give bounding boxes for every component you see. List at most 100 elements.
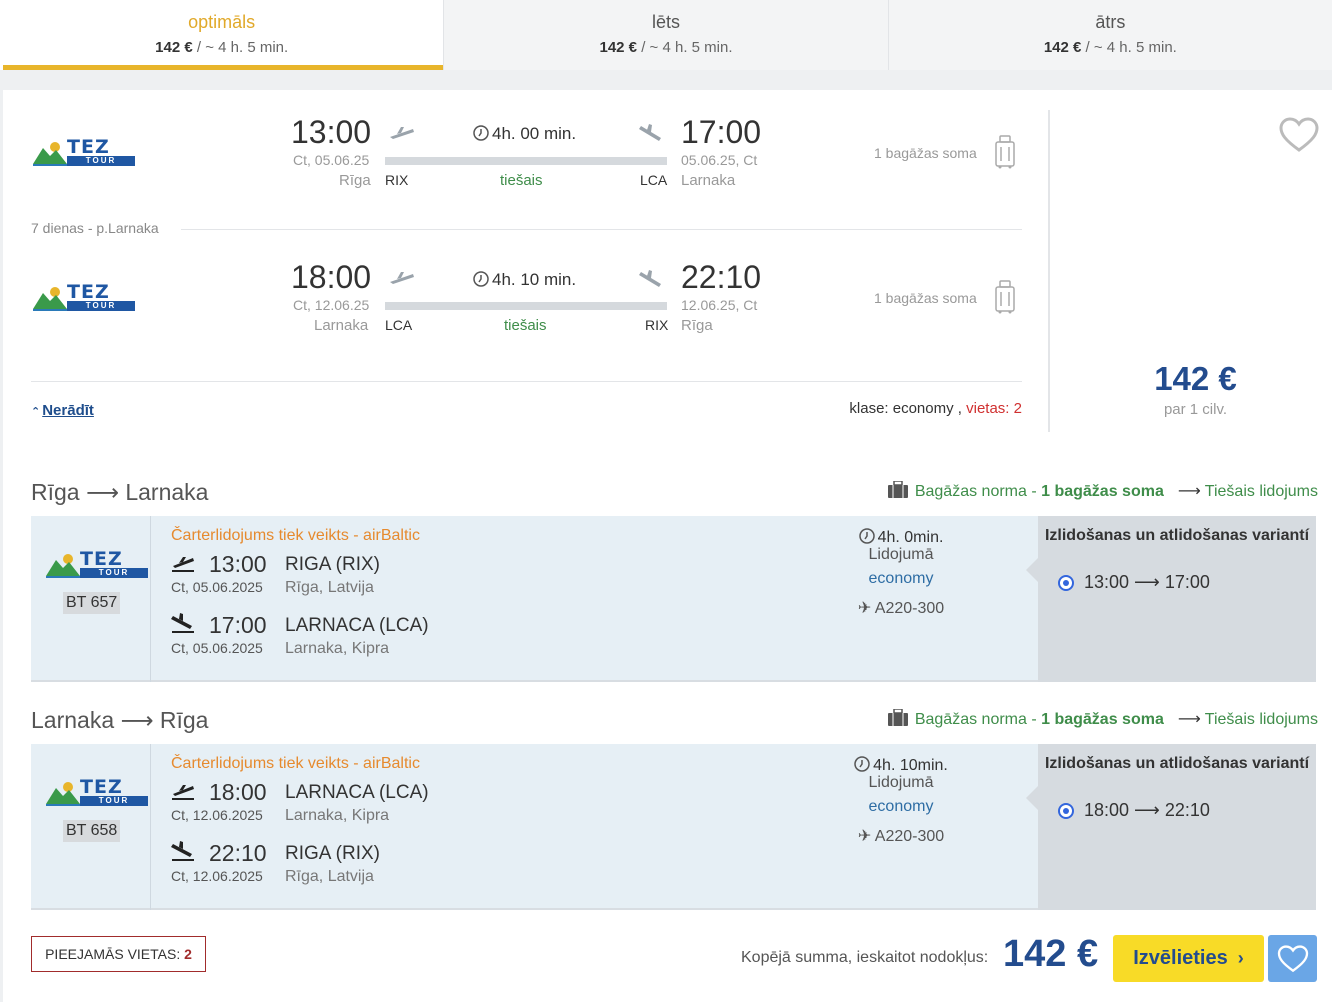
airplane-icon: ✈: [857, 600, 872, 617]
baggage-icon: [887, 709, 908, 726]
variant-label: 18:00 ⟶ 22:10: [1084, 800, 1210, 820]
arrival-time: 17:00: [209, 612, 267, 638]
departure-city: Larnaka: [314, 317, 369, 334]
tab-fast[interactable]: ātrs 142 € / ~ 4 h. 5 min.: [889, 0, 1332, 70]
duration: 4h. 10min.: [836, 756, 966, 775]
radio-selected[interactable]: [1058, 574, 1074, 591]
baggage-norm-value: 1 bagāžas soma: [1041, 711, 1164, 728]
travel-class: economy: [868, 570, 934, 587]
total-label: Kopējā summa, ieskaitot nodokļus:: [741, 949, 989, 966]
logo-text: TEZ: [80, 548, 123, 570]
logo-subtext: TOUR: [80, 568, 148, 578]
airline-logo: TEZ TOUR: [33, 283, 139, 311]
arrival-city: Rīga, Latvija: [285, 868, 374, 885]
route-title: Rīga ⟶ Larnaka: [31, 479, 209, 505]
arrival-code: RIX: [645, 317, 669, 333]
arrow-right-icon: ⟶: [1177, 483, 1201, 500]
mountain-logo-icon: [46, 782, 80, 806]
arrival-airport: RIGA (RIX): [285, 843, 381, 864]
departure-time: 13:00: [209, 551, 267, 577]
seats-label: vietas: 2: [966, 400, 1022, 417]
variant-option[interactable]: 18:00 ⟶ 22:10: [1058, 800, 1210, 821]
time-variants: Izlidošanas un atlidošanas variantí 13:0…: [1026, 516, 1316, 682]
radio-selected[interactable]: [1058, 802, 1074, 819]
arrival-date: Ct, 05.06.2025: [171, 640, 263, 656]
baggage-norm-label: Bagāžas norma: [914, 711, 1027, 728]
suitcase-icon: [995, 280, 1015, 314]
arrival-city: Rīga: [681, 317, 713, 334]
clock-icon: [473, 271, 489, 287]
baggage-label: 1 bagāžas soma: [874, 145, 977, 161]
arrival-date: Ct, 12.06.2025: [171, 868, 263, 884]
landing-icon: [171, 841, 194, 861]
departure-date: Ct, 05.06.25: [293, 152, 370, 168]
duration-text: 4h. 10min.: [873, 757, 948, 774]
departure-date: Ct, 12.06.25: [293, 297, 370, 313]
departure-code: RIX: [385, 172, 409, 188]
tab-cheap[interactable]: lēts 142 € / ~ 4 h. 5 min.: [444, 0, 889, 70]
landing-icon: [171, 613, 194, 633]
logo-text: TEZ: [67, 281, 110, 303]
airline-logo: TEZ TOUR: [33, 138, 139, 166]
separator: -: [1026, 711, 1042, 728]
departure-city: Rīga, Latvija: [285, 579, 374, 596]
direct-label: tiešais: [500, 172, 543, 189]
favorite-heart-icon[interactable]: [1279, 117, 1319, 153]
takeoff-icon: [172, 557, 194, 572]
clock-icon: [473, 125, 489, 141]
tab-optimal[interactable]: optimāls 142 € / ~ 4 h. 5 min.: [0, 0, 445, 70]
mountain-logo-icon: [46, 554, 80, 578]
total-price: 142 €: [1003, 933, 1099, 975]
suitcase-icon: [995, 135, 1015, 169]
tab-title: ātrs: [1095, 12, 1126, 32]
inflight-info: 4h. 0min. Lidojumā economy ✈ A220-300: [836, 528, 966, 618]
class-info: klase: economy , vietas: 2: [849, 400, 1022, 417]
departure-city: Larnaka, Kipra: [285, 807, 390, 824]
variant-label: 13:00 ⟶ 17:00: [1084, 572, 1210, 592]
arrival-city: Larnaka: [681, 172, 736, 189]
baggage-label: 1 bagāžas soma: [874, 290, 977, 306]
arrival-time: 22:10: [209, 840, 267, 866]
route-meta: Bagāžas norma - 1 bagāžas soma ⟶ Tiešais l…: [887, 481, 1318, 501]
arrival-airport: LARNACA (LCA): [285, 615, 429, 636]
hide-details-link[interactable]: ⌃ Nerādīt: [31, 402, 94, 419]
flight-type: Tiešais lidojums: [1204, 711, 1318, 728]
offer-card: TEZ TOUR 13:00 Ct, 05.06.25 Rīga RIX 4h.…: [3, 90, 1332, 1002]
mountain-logo-icon: [33, 287, 67, 311]
duration-text: 4h. 0min.: [877, 529, 944, 546]
hide-link-label: Nerādīt: [42, 402, 94, 419]
takeoff-plane-icon: [390, 272, 414, 284]
inflight-label: Lidojumā: [868, 774, 934, 791]
arrival-code: LCA: [640, 172, 668, 188]
airline-logo: TEZ TOUR: [46, 550, 152, 578]
mountain-logo-icon: [33, 142, 67, 166]
inflight-info: 4h. 10min. Lidojumā economy ✈ A220-300: [836, 756, 966, 846]
takeoff-icon: [172, 785, 194, 800]
logo-subtext: TOUR: [67, 301, 135, 311]
flight-duration: 4h. 10 min.: [473, 270, 576, 290]
travel-class: economy: [868, 798, 934, 815]
arrival-date: 05.06.25, Ct: [681, 152, 758, 168]
heart-icon: [1277, 944, 1308, 972]
clock-icon: [854, 756, 870, 772]
sort-tabs: optimāls 142 € / ~ 4 h. 5 min. lēts 142 …: [0, 0, 1332, 70]
flight-type: Tiešais lidojums: [1204, 483, 1318, 500]
arrival-date: 12.06.25, Ct: [681, 297, 758, 313]
logo-text: TEZ: [67, 136, 110, 158]
tab-summary: 142 € / ~ 4 h. 5 min.: [0, 39, 443, 56]
variant-option[interactable]: 13:00 ⟶ 17:00: [1058, 572, 1210, 593]
charter-notice: Čarterlidojums tiek veikts - airBaltic: [171, 755, 420, 772]
price-divider: [1048, 110, 1050, 432]
tab-price: 142 €: [155, 39, 193, 56]
favorite-button[interactable]: [1268, 935, 1317, 982]
choose-button[interactable]: Izvēlieties ›: [1113, 935, 1264, 982]
flight-bar: [385, 302, 667, 310]
time-variants: Izlidošanas un atlidošanas variantí 18:0…: [1026, 744, 1316, 910]
duration: 4h. 0min.: [836, 528, 966, 547]
departure-code: LCA: [385, 317, 413, 333]
airplane-icon: ✈: [857, 828, 872, 845]
departure-city: Rīga: [339, 172, 371, 189]
chevron-right-icon: ›: [1237, 948, 1244, 968]
arrival-time: 22:10: [681, 259, 762, 295]
baggage-norm-value: 1 bagāžas soma: [1041, 483, 1164, 500]
